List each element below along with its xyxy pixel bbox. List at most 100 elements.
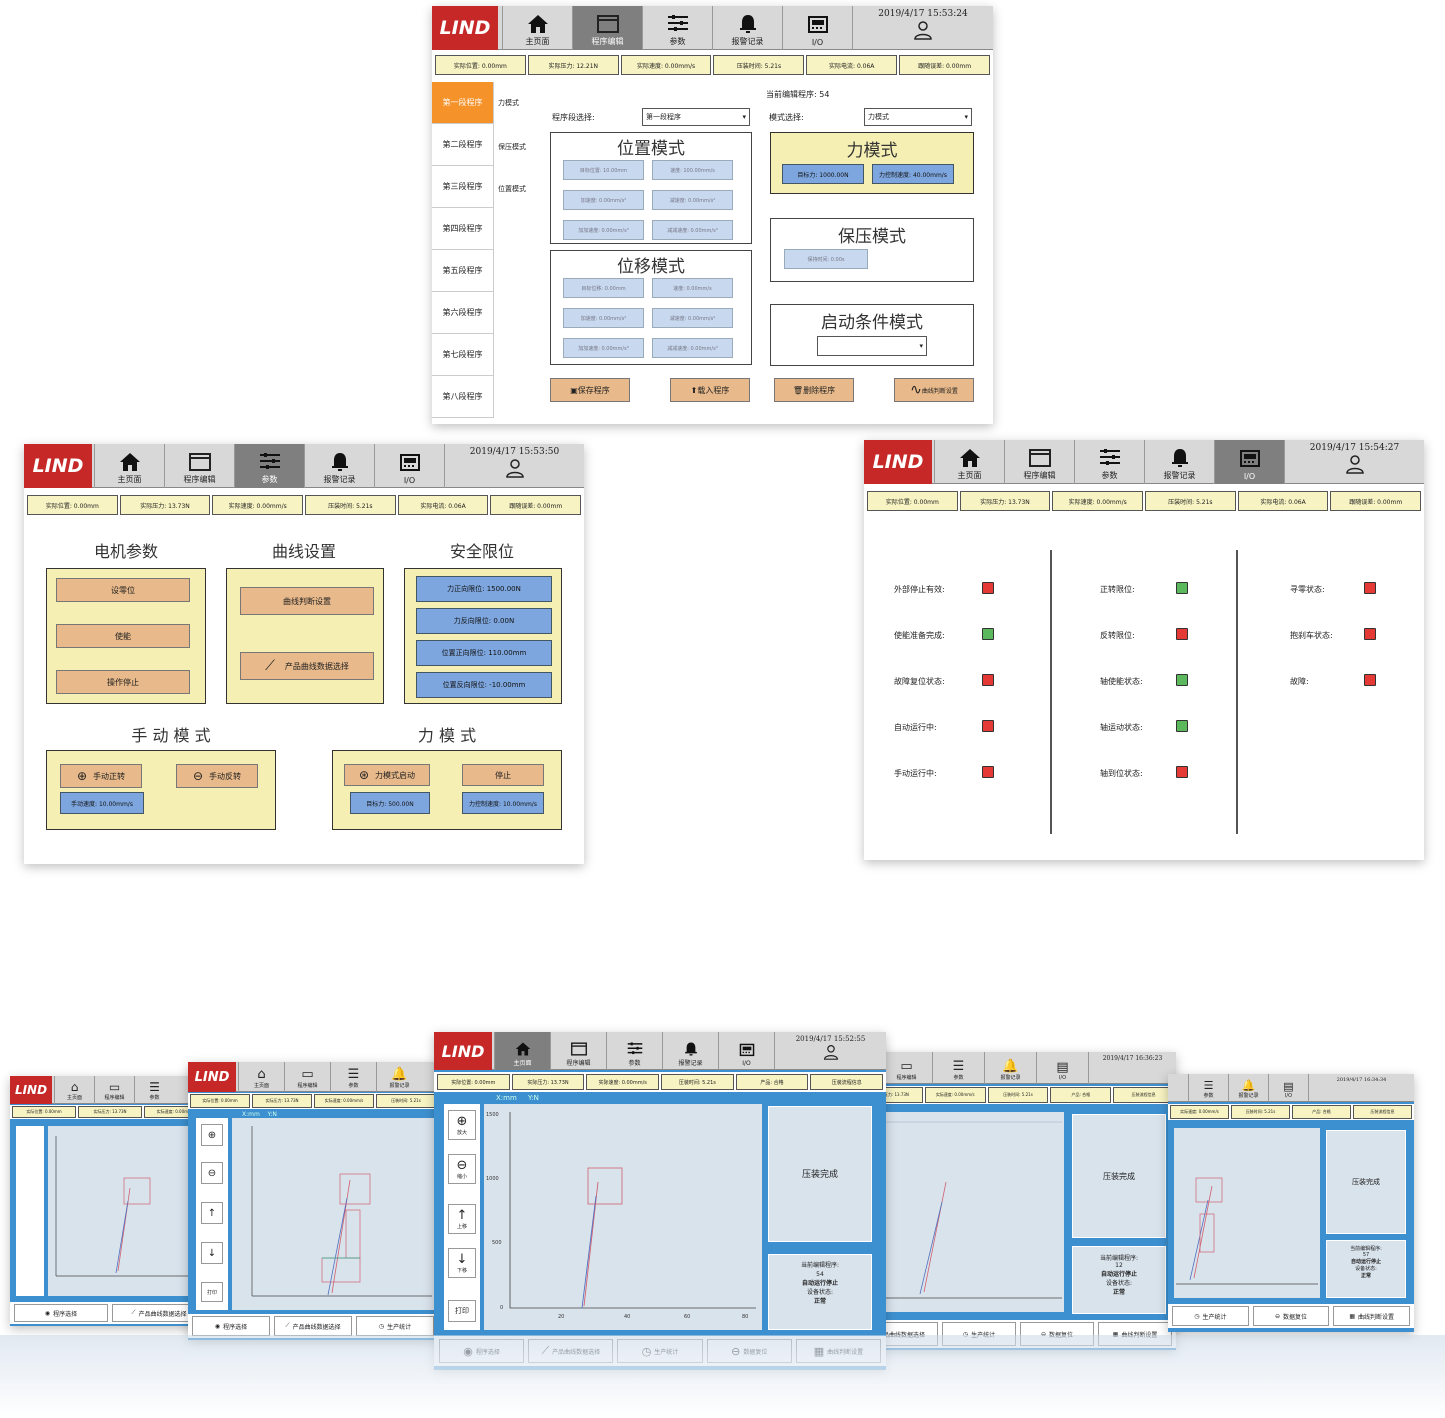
manual-reverse-button[interactable]: ⊖ 手动反转	[176, 764, 258, 788]
target-force-field[interactable]: 目标力: 500.00N	[350, 792, 430, 814]
manual-speed-field[interactable]: 手动速度: 10.00mm/s	[60, 792, 144, 814]
program-select-button[interactable]: ◉程序选择	[192, 1316, 270, 1336]
position-field[interactable]: 目标位置: 10.00mm	[563, 160, 644, 180]
position-field[interactable]: 加速度: 0.00mm/s²	[563, 190, 644, 210]
displacement-field[interactable]: 加速度: 0.00mm/s²	[563, 308, 644, 328]
move-down-button[interactable]: ↓	[201, 1242, 223, 1264]
tab-io[interactable]: I/O	[718, 1032, 774, 1070]
tab-params[interactable]: ☰ 参数	[932, 1052, 984, 1084]
segment-2[interactable]: 第二段程序	[432, 124, 494, 166]
displacement-field[interactable]: 减速度: 0.00mm/s²	[652, 308, 733, 328]
tab-alarm[interactable]: 🔔 报警记录	[984, 1052, 1036, 1084]
tab-program-edit[interactable]: 程序编辑	[550, 1032, 606, 1070]
position-positive-limit[interactable]: 位置正向限位: 110.00mm	[416, 640, 552, 666]
tab-program-edit[interactable]: ▭ 程序编辑	[880, 1052, 932, 1084]
tab-alarm[interactable]: 报警记录	[1144, 440, 1214, 484]
force-start-button[interactable]: ⊛ 力模式启动	[344, 764, 430, 786]
displacement-field[interactable]: 加加速度: 0.00mm/s³	[563, 338, 644, 358]
data-reset-button[interactable]: ⊖数据复位	[1252, 1306, 1330, 1326]
stop-operation-button[interactable]: 操作停止	[56, 670, 190, 694]
curve-judge-button[interactable]: 曲线判断设置	[240, 587, 374, 615]
move-up-button[interactable]: ↑	[201, 1202, 223, 1224]
force-speed-field[interactable]: 力控制速度: 10.00mm/s	[462, 792, 544, 814]
tab-io[interactable]: ▤ I/O	[1036, 1052, 1088, 1084]
tab-params[interactable]: ☰ 参数	[330, 1062, 376, 1092]
delete-program-button[interactable]: 🗑 删除程序	[774, 378, 854, 402]
tab-program-edit[interactable]: 程序编辑	[572, 6, 642, 50]
start-condition-select[interactable]	[817, 336, 927, 356]
tab-home[interactable]: 主页面	[934, 440, 1004, 484]
product-curve-button[interactable]: ⟋产品曲线数据选择	[240, 652, 374, 680]
curve-judge-button[interactable]: ▦曲线判断设置	[1333, 1306, 1411, 1326]
zoom-out-button[interactable]: ⊖	[201, 1162, 223, 1184]
stop-button[interactable]: 停止	[462, 764, 544, 786]
position-field[interactable]: 减速度: 0.00mm/s²	[652, 190, 733, 210]
manual-forward-button[interactable]: ⊕ 手动正转	[60, 764, 142, 788]
user-icon[interactable]	[1345, 454, 1365, 474]
tab-io[interactable]: I/O	[374, 444, 444, 488]
tab-params[interactable]: 参数	[234, 444, 304, 488]
mode-select[interactable]: 力模式	[864, 108, 972, 126]
force-speed-field[interactable]: 力控制速度: 40.00mm/s	[872, 164, 954, 184]
segment-select[interactable]: 第一段程序	[642, 108, 750, 126]
tab-home[interactable]: ⌂ 主页面	[238, 1062, 284, 1092]
segment-8[interactable]: 第八段程序	[432, 376, 494, 418]
product-curve-button[interactable]: ⟋产品曲线数据选择	[274, 1316, 352, 1336]
tab-alarm[interactable]: 🔔 报警记录	[1228, 1074, 1268, 1102]
print-button[interactable]: 打印	[448, 1300, 476, 1322]
position-negative-limit[interactable]: 位置反向限位: -10.00mm	[416, 672, 552, 698]
tab-home[interactable]: ⌂ 主页面	[54, 1076, 94, 1104]
position-field[interactable]: 速度: 100.00mm/s	[652, 160, 733, 180]
segment-7[interactable]: 第七段程序	[432, 334, 494, 376]
tab-params[interactable]: 参数	[1074, 440, 1144, 484]
program-select-button[interactable]: ◉程序选择	[14, 1304, 108, 1322]
displacement-field[interactable]: 速度: 0.00mm/s	[652, 278, 733, 298]
tab-params[interactable]: 参数	[642, 6, 712, 50]
tab-home[interactable]: 主页面	[94, 444, 164, 488]
tab-io[interactable]: I/O	[782, 6, 852, 50]
target-force-field[interactable]: 目标力: 1000.00N	[782, 164, 864, 184]
segment-3[interactable]: 第三段程序	[432, 166, 494, 208]
displacement-field[interactable]: 目标位移: 0.00mm	[563, 278, 644, 298]
tab-program-edit[interactable]: ▭ 程序编辑	[284, 1062, 330, 1092]
hold-time-field[interactable]: 保持时间: 0.00s	[784, 249, 868, 269]
tab-program-edit[interactable]: ▭ 程序编辑	[94, 1076, 134, 1104]
zoom-out-button[interactable]: ⊖ 缩小	[448, 1154, 476, 1184]
tab-program-edit[interactable]: 程序编辑	[164, 444, 234, 488]
force-positive-limit[interactable]: 力正向限位: 1500.00N	[416, 576, 552, 602]
set-zero-button[interactable]: 设零位	[56, 578, 190, 602]
tab-home[interactable]: 主页面	[494, 1032, 550, 1070]
curve-judge-button[interactable]: ∿ 曲线判断设置	[894, 378, 974, 402]
tab-program-edit[interactable]: 程序编辑	[1004, 440, 1074, 484]
user-icon[interactable]	[505, 458, 525, 478]
statistics-button[interactable]: ◷生产统计	[1172, 1306, 1249, 1326]
segment-6[interactable]: 第六段程序	[432, 292, 494, 334]
tab-home[interactable]: 主页面	[502, 6, 572, 50]
tab-io[interactable]: I/O	[1214, 440, 1284, 484]
move-up-button[interactable]: ↑ 上移	[448, 1204, 476, 1234]
statistics-button[interactable]: ◷生产统计	[356, 1316, 434, 1336]
print-button[interactable]: 打印	[201, 1282, 223, 1302]
segment-5[interactable]: 第五段程序	[432, 250, 494, 292]
tab-io[interactable]: ▤ I/O	[1268, 1074, 1308, 1102]
force-negative-limit[interactable]: 力反向限位: 0.00N	[416, 608, 552, 634]
segment-1[interactable]: 第一段程序	[432, 82, 494, 124]
tab-params[interactable]: 参数	[606, 1032, 662, 1070]
tab-params[interactable]: ☰ 参数	[134, 1076, 174, 1104]
position-field[interactable]: 减减速度: 0.00mm/s³	[652, 220, 733, 240]
load-program-button[interactable]: ⬆ 载入程序	[670, 378, 750, 402]
user-icon[interactable]	[913, 20, 933, 40]
tab-alarm[interactable]: 报警记录	[662, 1032, 718, 1070]
segment-4[interactable]: 第四段程序	[432, 208, 494, 250]
enable-button[interactable]: 使能	[56, 624, 190, 648]
zoom-in-button[interactable]: ⊕	[201, 1124, 223, 1146]
move-down-button[interactable]: ↓ 下移	[448, 1248, 476, 1278]
tab-alarm[interactable]: 报警记录	[712, 6, 782, 50]
position-field[interactable]: 加加速度: 0.00mm/s³	[563, 220, 644, 240]
save-program-button[interactable]: ▣ 保存程序	[550, 378, 630, 402]
tab-alarm[interactable]: 报警记录	[304, 444, 374, 488]
zoom-in-button[interactable]: ⊕ 放大	[448, 1110, 476, 1140]
displacement-field[interactable]: 减减速度: 0.00mm/s³	[652, 338, 733, 358]
tab-params[interactable]: ☰ 参数	[1188, 1074, 1228, 1102]
tab-alarm[interactable]: 🔔 报警记录	[376, 1062, 422, 1092]
